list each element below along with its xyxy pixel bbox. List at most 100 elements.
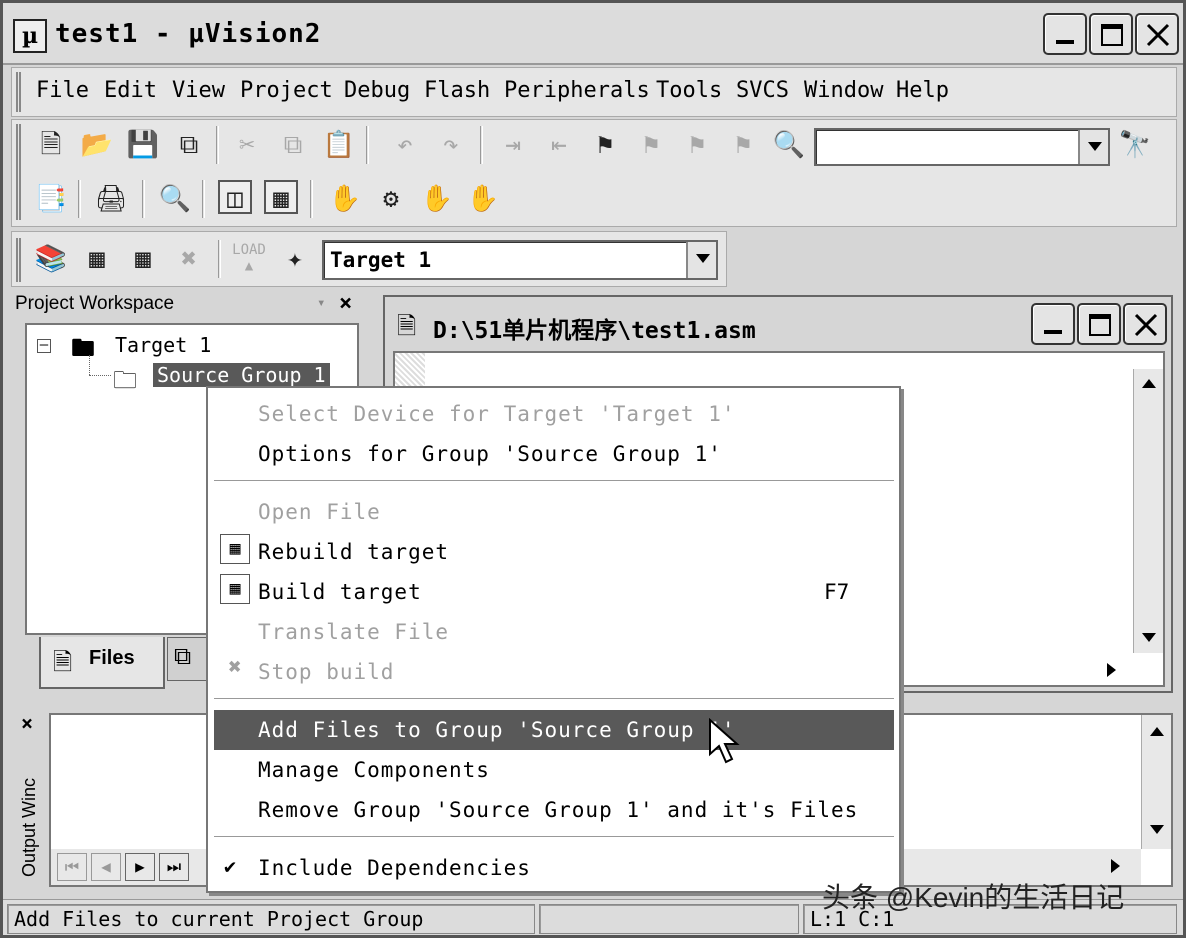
output-toggle-icon[interactable]: ▦ — [264, 180, 298, 214]
menu-item-translate[interactable]: Translate File — [258, 620, 449, 644]
menu-item-options-group[interactable]: Options for Group 'Source Group 1' — [258, 442, 722, 466]
scroll-right-icon[interactable] — [1107, 663, 1116, 677]
stop-build-icon[interactable]: ✖ — [172, 242, 206, 276]
new-file-icon[interactable]: 🗎 — [34, 128, 68, 162]
menu-item-manage-components[interactable]: Manage Components — [258, 758, 490, 782]
vertical-scrollbar[interactable] — [1133, 369, 1163, 653]
scroll-down-icon[interactable] — [1142, 633, 1156, 642]
editor-maximize-button[interactable] — [1077, 303, 1121, 345]
redo-icon[interactable]: ↷ — [434, 128, 468, 162]
scroll-right-icon[interactable] — [1111, 859, 1120, 873]
paste-icon[interactable]: 📋 — [322, 128, 356, 162]
target-folder-icon: 🖿 — [71, 334, 95, 362]
chevron-down-icon[interactable] — [1078, 130, 1108, 164]
toolbar-grip[interactable] — [16, 124, 21, 220]
editor-titlebar[interactable]: 🗎 D:\51单片机程序\test1.asm — [389, 299, 1167, 349]
bookmark-prev-icon[interactable]: ⚑ — [680, 128, 714, 162]
binoculars-icon[interactable]: 🔭 — [1118, 128, 1152, 162]
workspace-close-icon[interactable]: × — [339, 291, 352, 316]
menu-bar: File Edit View Project Debug Flash Perip… — [11, 67, 1177, 117]
menu-item-add-files[interactable]: Add Files to Group 'Source Group 1' — [258, 718, 736, 742]
collapse-icon[interactable]: – — [37, 338, 51, 353]
find-in-files-icon[interactable]: 🔍 — [772, 128, 806, 162]
menu-item-rebuild[interactable]: Rebuild target — [258, 540, 449, 564]
menu-peripherals[interactable]: Peripherals — [504, 78, 650, 103]
toolbar-grip[interactable] — [16, 238, 21, 282]
title-bar[interactable]: µ test1 - µVision2 — [3, 3, 1183, 65]
menu-view[interactable]: View — [172, 78, 225, 103]
stop-hand-icon[interactable]: ✋ — [466, 182, 500, 216]
menu-item-build[interactable]: Build target — [258, 580, 422, 604]
menu-edit[interactable]: Edit — [104, 78, 157, 103]
tree-line — [89, 375, 111, 376]
unindent-icon[interactable]: ⇤ — [542, 128, 576, 162]
context-menu: Select Device for Target 'Target 1' Opti… — [206, 386, 901, 893]
tree-source-group[interactable]: Source Group 1 — [153, 363, 330, 387]
rebuild-icon[interactable]: ▦ — [126, 242, 160, 276]
open-folder-icon[interactable]: 📂 — [80, 128, 114, 162]
menu-file[interactable]: File — [36, 78, 89, 103]
menu-svcs[interactable]: SVCS — [736, 78, 789, 103]
insert-icon[interactable]: 📑 — [34, 182, 68, 216]
last-tab-icon[interactable]: ⏭ — [159, 853, 189, 881]
minimize-button[interactable] — [1043, 13, 1087, 55]
menu-item-select-device[interactable]: Select Device for Target 'Target 1' — [258, 402, 736, 426]
menu-item-include-deps[interactable]: Include Dependencies — [258, 856, 531, 880]
hand-icon[interactable]: ✋ — [328, 182, 362, 216]
output-close-icon[interactable]: × — [21, 711, 33, 735]
files-icon: 🗎 — [53, 648, 73, 676]
scroll-down-icon[interactable] — [1150, 825, 1164, 834]
menu-item-remove-group[interactable]: Remove Group 'Source Group 1' and it's F… — [258, 798, 858, 822]
maximize-button[interactable] — [1089, 13, 1133, 55]
close-button[interactable] — [1135, 13, 1179, 55]
cut-icon[interactable]: ✂ — [230, 128, 264, 162]
bookmark-next-icon[interactable]: ⚑ — [634, 128, 668, 162]
separator — [218, 240, 221, 278]
editor-minimize-button[interactable] — [1031, 303, 1075, 345]
minimize-icon — [1044, 330, 1062, 334]
chevron-down-icon[interactable] — [686, 242, 716, 278]
workspace-toggle-icon[interactable]: ◫ — [218, 180, 252, 214]
editor-close-button[interactable] — [1123, 303, 1167, 345]
menu-help[interactable]: Help — [896, 78, 949, 103]
indent-icon[interactable]: ⇥ — [496, 128, 530, 162]
scroll-up-icon[interactable] — [1150, 727, 1164, 736]
first-tab-icon[interactable]: ⏮ — [57, 853, 87, 881]
prev-tab-icon[interactable]: ◀ — [91, 853, 121, 881]
tree-target[interactable]: Target 1 — [115, 333, 211, 357]
options-wand-icon[interactable]: ✦ — [278, 242, 312, 276]
output-vertical-scrollbar[interactable] — [1141, 715, 1171, 849]
tab-files[interactable]: 🗎 Files — [39, 637, 165, 689]
next-tab-icon[interactable]: ▶ — [125, 853, 155, 881]
find-combo[interactable] — [814, 128, 1110, 166]
menu-window[interactable]: Window — [804, 78, 883, 103]
save-all-icon[interactable]: ⧉ — [172, 128, 206, 162]
menu-item-stop-build[interactable]: Stop build — [258, 660, 394, 684]
bookmark-toggle-icon[interactable]: ⚑ — [588, 128, 622, 162]
tree-line — [89, 355, 90, 375]
configure-icon[interactable]: ⚙ — [374, 182, 408, 216]
print-icon[interactable]: 🖨 — [94, 182, 128, 216]
menu-item-open-file[interactable]: Open File — [258, 500, 381, 524]
copy-icon[interactable]: ⧉ — [276, 128, 310, 162]
save-icon[interactable]: 💾 — [126, 128, 160, 162]
hand-disabled-icon[interactable]: ✋ — [420, 182, 454, 216]
menu-debug[interactable]: Debug — [344, 78, 410, 103]
translate-icon[interactable]: 📚 — [34, 242, 68, 276]
scroll-up-icon[interactable] — [1142, 379, 1156, 388]
undo-icon[interactable]: ↶ — [388, 128, 422, 162]
workspace-menu-icon[interactable]: ▾ — [317, 295, 325, 311]
separator — [310, 180, 313, 218]
document-icon: 🗎 — [397, 312, 417, 340]
bookmark-clear-icon[interactable]: ⚑ — [726, 128, 760, 162]
load-icon[interactable]: LOAD ▲ — [232, 242, 266, 276]
uv-icon[interactable]: µ — [13, 19, 47, 53]
menu-project[interactable]: Project — [240, 78, 333, 103]
menu-tools[interactable]: Tools — [656, 78, 722, 103]
build-icon[interactable]: ▦ — [80, 242, 114, 276]
menu-grip[interactable] — [16, 72, 21, 112]
menu-flash[interactable]: Flash — [424, 78, 490, 103]
target-select[interactable]: Target 1 — [322, 240, 718, 280]
zoom-icon[interactable]: 🔍 — [158, 182, 192, 216]
status-message: Add Files to current Project Group — [7, 904, 535, 934]
